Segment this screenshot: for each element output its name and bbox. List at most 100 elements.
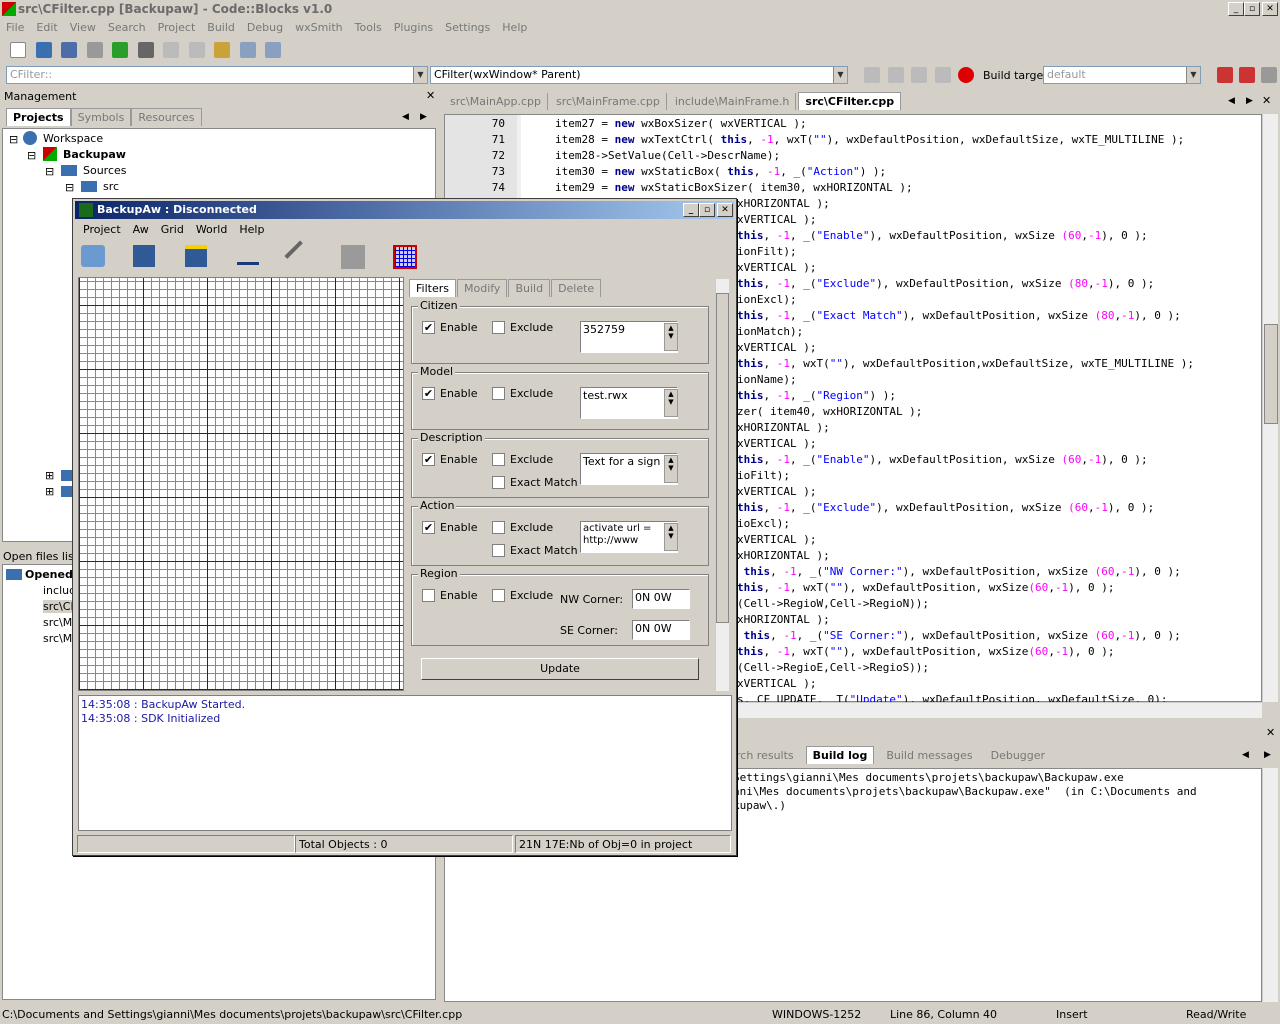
tree-toggle-icon[interactable]: ⊞ [45, 485, 54, 498]
replace-icon[interactable] [265, 42, 281, 58]
menu-item-plugins[interactable]: Plugins [388, 19, 439, 36]
log-tab[interactable]: Build messages [880, 747, 979, 764]
dialog-menu-help[interactable]: Help [233, 221, 270, 238]
editor-vscrollbar[interactable] [1262, 114, 1278, 702]
description-enable-checkbox[interactable]: ✔ [422, 453, 435, 466]
dialog-minimize-button[interactable]: _ [683, 203, 699, 217]
scroll-thumb[interactable] [716, 293, 729, 623]
tab-modify[interactable]: Modify [456, 279, 508, 297]
tree-toggle-icon[interactable]: ⊞ [45, 469, 54, 482]
menu-item-search[interactable]: Search [102, 19, 152, 36]
debug-run-icon[interactable] [864, 67, 880, 83]
save-icon[interactable] [133, 245, 155, 267]
tab-delete[interactable]: Delete [551, 279, 602, 297]
dialog-menu-aw[interactable]: Aw [127, 221, 155, 238]
copy-icon[interactable] [188, 42, 205, 58]
menu-item-project[interactable]: Project [152, 19, 202, 36]
spin-icon[interactable]: ▲ ▼ [664, 523, 678, 551]
paste-icon[interactable] [214, 42, 230, 58]
save-as-icon[interactable] [185, 245, 207, 267]
redo-icon[interactable] [137, 42, 154, 58]
tab-resources[interactable]: Resources [131, 108, 202, 126]
tab-scroll-right-icon[interactable]: ▶ [1246, 96, 1253, 106]
menu-item-tools[interactable]: Tools [349, 19, 388, 36]
tree-workspace[interactable]: Workspace [43, 132, 103, 145]
tab-symbols[interactable]: Symbols [70, 108, 132, 126]
tree-toggle-icon[interactable]: ⊟ [45, 165, 54, 178]
region-exclude-checkbox[interactable] [492, 589, 505, 602]
tree-toggle-icon[interactable]: ⊟ [9, 133, 18, 146]
build-target-combo[interactable]: default ▼ [1043, 66, 1201, 84]
editor-tab[interactable]: src\CFilter.cpp [798, 92, 902, 110]
tree-src[interactable]: src [103, 180, 119, 193]
citizen-exclude-checkbox[interactable] [492, 321, 505, 334]
action-exact-checkbox[interactable] [492, 544, 505, 557]
menu-item-help[interactable]: Help [496, 19, 533, 36]
model-exclude-checkbox[interactable] [492, 387, 505, 400]
menu-item-edit[interactable]: Edit [30, 19, 63, 36]
minimize-button[interactable]: _ [1228, 2, 1244, 16]
tab-scroll-left-icon[interactable]: ◀ [1242, 750, 1249, 760]
tools-icon[interactable] [284, 240, 316, 272]
close-button[interactable]: ✕ [1262, 2, 1278, 16]
close-icon[interactable]: ✕ [1262, 94, 1271, 107]
tab-filters[interactable]: Filters [409, 279, 456, 297]
rebuild-icon[interactable] [1239, 67, 1255, 83]
action-enable-checkbox[interactable]: ✔ [422, 521, 435, 534]
menu-item-wxsmith[interactable]: wxSmith [289, 19, 349, 36]
undo-icon[interactable] [112, 42, 128, 58]
menu-item-view[interactable]: View [64, 19, 102, 36]
open-folder-icon[interactable] [35, 42, 52, 58]
new-file-icon[interactable] [10, 42, 26, 58]
open-world-icon[interactable] [81, 245, 105, 267]
action-exclude-checkbox[interactable] [492, 521, 505, 534]
dialog-menu-world[interactable]: World [190, 221, 234, 238]
tab-projects[interactable]: Projects [6, 108, 71, 126]
cut-icon[interactable] [163, 42, 179, 58]
model-enable-checkbox[interactable]: ✔ [422, 387, 435, 400]
grid-icon[interactable] [393, 245, 417, 269]
debug-window-icon[interactable] [934, 67, 951, 83]
maximize-button[interactable]: ▫ [1244, 2, 1260, 16]
dialog-menu-project[interactable]: Project [77, 221, 127, 238]
menu-item-file[interactable]: File [0, 19, 30, 36]
build-icon[interactable] [1217, 67, 1233, 83]
spin-icon[interactable]: ▲ ▼ [664, 389, 678, 417]
map-grid[interactable] [78, 277, 404, 691]
scope-combo[interactable]: CFilter:: ▼ [6, 66, 428, 84]
log-vscrollbar[interactable] [1262, 768, 1278, 1002]
menu-item-settings[interactable]: Settings [439, 19, 496, 36]
debug-step-icon[interactable] [887, 67, 904, 83]
close-icon[interactable]: ✕ [426, 89, 435, 102]
editor-tab[interactable]: src\MainApp.cpp [444, 93, 549, 110]
tree-sources[interactable]: Sources [83, 164, 127, 177]
tab-scroll-left-icon[interactable]: ◀ [1228, 96, 1235, 106]
save-icon[interactable] [61, 42, 77, 58]
tab-scroll-left-icon[interactable]: ◀ [402, 112, 409, 122]
update-button[interactable]: Update [421, 658, 699, 680]
function-combo[interactable]: CFilter(wxWindow* Parent) ▼ [430, 66, 848, 84]
description-exact-checkbox[interactable] [492, 476, 505, 489]
close-icon[interactable]: ✕ [1266, 726, 1275, 739]
dialog-maximize-button[interactable]: ▫ [699, 203, 715, 217]
tab-build[interactable]: Build [508, 279, 551, 297]
menu-item-build[interactable]: Build [201, 19, 241, 36]
log-tab[interactable]: rch results [730, 747, 800, 764]
tree-toggle-icon[interactable]: ⊟ [65, 181, 74, 194]
region-enable-checkbox[interactable] [422, 589, 435, 602]
scroll-thumb[interactable] [1264, 324, 1278, 424]
print-icon[interactable] [86, 42, 103, 58]
description-exclude-checkbox[interactable] [492, 453, 505, 466]
filters-vscrollbar[interactable] [715, 279, 729, 691]
nw-corner-input[interactable]: 0N 0W [632, 589, 690, 609]
find-icon[interactable] [239, 42, 256, 58]
tree-toggle-icon[interactable]: ⊟ [27, 149, 36, 162]
tab-scroll-right-icon[interactable]: ▶ [420, 112, 427, 122]
log-tab[interactable]: Build log [805, 746, 875, 764]
menu-item-debug[interactable]: Debug [241, 19, 289, 36]
log-tab[interactable]: Debugger [984, 747, 1052, 764]
tab-scroll-right-icon[interactable]: ▶ [1264, 750, 1271, 760]
se-corner-input[interactable]: 0N 0W [632, 620, 690, 640]
abort-icon[interactable] [1261, 67, 1277, 83]
stop-icon[interactable] [958, 67, 974, 83]
